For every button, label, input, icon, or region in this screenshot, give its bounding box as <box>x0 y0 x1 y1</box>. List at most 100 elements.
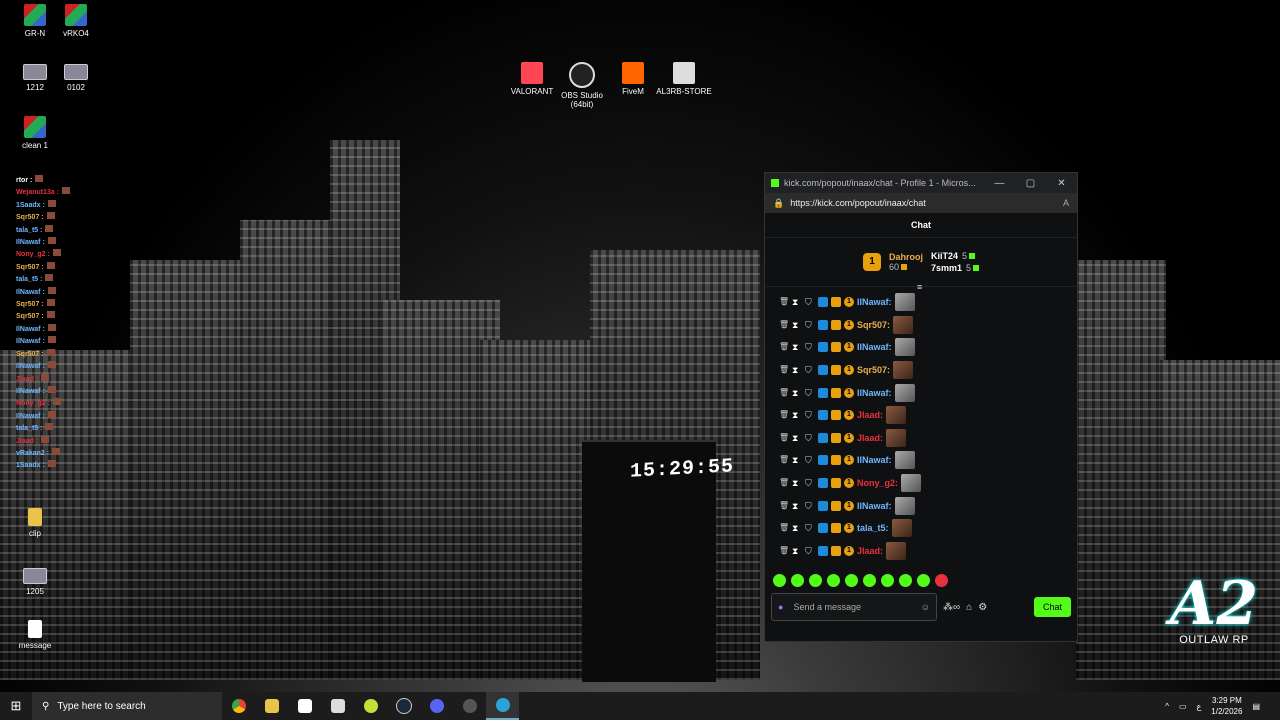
ban-icon[interactable]: ⛉ <box>805 455 815 465</box>
language-indicator[interactable]: ع <box>1197 702 1202 711</box>
browser-window[interactable]: kick.com/popout/inaax/chat - Profile 1 -… <box>764 172 1078 642</box>
timeout-icon[interactable]: ⧗ <box>792 297 802 307</box>
emote-icon[interactable] <box>881 573 894 587</box>
delete-icon[interactable]: 🗑 <box>779 342 789 352</box>
url-text[interactable]: https://kick.com/popout/inaax/chat <box>790 198 1063 208</box>
delete-icon[interactable]: 🗑 <box>779 501 789 511</box>
emoji-icon[interactable]: ☺ <box>921 602 930 612</box>
chat-messages[interactable]: 🗑 ⧗ ⛉ 1 IlNawaf: 🗑 ⧗ ⛉ 1 Sqr507: 🗑 ⧗ ⛉ 1 IlNawaf: 🗑 ⧗ ⛉ 1 S… <box>765 287 1077 569</box>
leader-name[interactable]: Dahrooj <box>889 252 923 262</box>
taskbar-search[interactable]: ⚲ Type here to search <box>32 692 222 720</box>
read-aloud-icon[interactable]: A <box>1063 198 1069 208</box>
chat-message[interactable]: 🗑 ⧗ ⛉ 1 tala_t5: <box>779 517 1077 540</box>
chat-username[interactable]: Jlaad: <box>857 546 883 556</box>
message-input[interactable]: ● Send a message ☺ <box>771 593 937 621</box>
chat-username[interactable]: tala_t5: <box>857 523 889 533</box>
send-chat-button[interactable]: Chat <box>1033 597 1071 617</box>
edge-icon[interactable] <box>486 692 519 720</box>
delete-icon[interactable]: 🗑 <box>779 546 789 556</box>
mail-icon[interactable] <box>321 692 354 720</box>
ban-icon[interactable]: ⛉ <box>805 365 815 375</box>
chat-username[interactable]: IlNawaf: <box>857 342 892 352</box>
delete-icon[interactable]: 🗑 <box>779 365 789 375</box>
store-icon[interactable]: ⌂ <box>966 602 972 613</box>
emote-icon[interactable] <box>791 573 804 587</box>
delete-icon[interactable]: 🗑 <box>779 410 789 420</box>
pinned-toggle-icon[interactable]: ≡ <box>917 282 922 292</box>
chat-username[interactable]: Sqr507: <box>857 365 890 375</box>
network-icon[interactable]: ▭ <box>1179 702 1187 711</box>
minimize-button[interactable]: — <box>984 178 1015 189</box>
delete-icon[interactable]: 🗑 <box>779 433 789 443</box>
chat-message[interactable]: 🗑 ⧗ ⛉ 1 Jlaad: <box>779 540 1077 563</box>
chat-username[interactable]: IlNawaf: <box>857 501 892 511</box>
delete-icon[interactable]: 🗑 <box>779 388 789 398</box>
ban-icon[interactable]: ⛉ <box>805 501 815 511</box>
timeout-icon[interactable]: ⧗ <box>792 320 802 330</box>
ban-icon[interactable]: ⛉ <box>805 433 815 443</box>
notification-icon[interactable]: ▤ <box>1252 702 1260 711</box>
ban-icon[interactable]: ⛉ <box>805 410 815 420</box>
gift-sub-icon[interactable]: ⁂∞ <box>943 602 960 613</box>
microsoft-store-icon[interactable] <box>288 692 321 720</box>
tennis-ball-icon[interactable] <box>354 692 387 720</box>
leader-entry[interactable]: 7smm1 5 <box>931 263 980 273</box>
chat-username[interactable]: IlNawaf: <box>857 297 892 307</box>
ban-icon[interactable]: ⛉ <box>805 546 815 556</box>
desktop-icon-1205[interactable]: 1205 <box>5 564 65 596</box>
ban-icon[interactable]: ⛉ <box>805 523 815 533</box>
chat-message[interactable]: 🗑 ⧗ ⛉ 1 Nony_g2: <box>779 472 1077 495</box>
taskbar-clock[interactable]: 3:29 PM 1/2/2026 <box>1211 695 1242 717</box>
timeout-icon[interactable]: ⧗ <box>792 342 802 352</box>
steam-icon[interactable] <box>387 692 420 720</box>
chat-message[interactable]: 🗑 ⧗ ⛉ 1 IlNawaf: <box>779 336 1077 359</box>
timeout-icon[interactable]: ⧗ <box>792 501 802 511</box>
timeout-icon[interactable]: ⧗ <box>792 478 802 488</box>
valorant-tb-icon[interactable] <box>453 692 486 720</box>
desktop-icon-vrko4[interactable]: vRKO4 <box>46 4 106 38</box>
chat-message[interactable]: 🗑 ⧗ ⛉ 1 Sqr507: <box>779 314 1077 337</box>
discord-icon[interactable] <box>420 692 453 720</box>
leader-entry[interactable]: KiiT24 5 <box>931 251 979 261</box>
chat-message[interactable]: 🗑 ⧗ ⛉ 1 Sqr507: <box>779 359 1077 382</box>
timeout-icon[interactable]: ⧗ <box>792 433 802 443</box>
ban-icon[interactable]: ⛉ <box>805 297 815 307</box>
emote-icon[interactable] <box>935 573 948 587</box>
desktop-icon-al3rb-store[interactable]: AL3RB-STORE <box>654 62 714 96</box>
emote-bar[interactable] <box>765 569 1077 591</box>
delete-icon[interactable]: 🗑 <box>779 523 789 533</box>
microphone-icon[interactable]: ● <box>778 602 783 612</box>
ban-icon[interactable]: ⛉ <box>805 478 815 488</box>
chat-message[interactable]: 🗑 ⧗ ⛉ 1 Jlaad: <box>779 404 1077 427</box>
delete-icon[interactable]: 🗑 <box>779 455 789 465</box>
title-bar[interactable]: kick.com/popout/inaax/chat - Profile 1 -… <box>765 173 1077 193</box>
delete-icon[interactable]: 🗑 <box>779 478 789 488</box>
address-bar[interactable]: 🔒 https://kick.com/popout/inaax/chat A <box>765 193 1077 213</box>
emote-icon[interactable] <box>899 573 912 587</box>
chat-username[interactable]: IlNawaf: <box>857 455 892 465</box>
desktop-icon-clean-1[interactable]: clean 1 <box>5 116 65 150</box>
timeout-icon[interactable]: ⧗ <box>792 523 802 533</box>
chat-username[interactable]: IlNawaf: <box>857 388 892 398</box>
start-button[interactable]: ⊞ <box>0 698 32 714</box>
emote-icon[interactable] <box>863 573 876 587</box>
desktop-icon-clip[interactable]: clip <box>5 508 65 538</box>
desktop-icon-0102[interactable]: 0102 <box>46 60 106 92</box>
emote-icon[interactable] <box>809 573 822 587</box>
chat-message[interactable]: 🗑 ⧗ ⛉ 1 Jlaad: <box>779 427 1077 450</box>
chat-message[interactable]: 🗑 ⧗ ⛉ 1 IlNawaf: <box>779 291 1077 314</box>
emote-icon[interactable] <box>773 573 786 587</box>
timeout-icon[interactable]: ⧗ <box>792 455 802 465</box>
chat-username[interactable]: Sqr507: <box>857 320 890 330</box>
delete-icon[interactable]: 🗑 <box>779 320 789 330</box>
chat-message[interactable]: 🗑 ⧗ ⛉ 1 IlNawaf: <box>779 494 1077 517</box>
timeout-icon[interactable]: ⧗ <box>792 410 802 420</box>
file-explorer-icon[interactable] <box>255 692 288 720</box>
ban-icon[interactable]: ⛉ <box>805 388 815 398</box>
timeout-icon[interactable]: ⧗ <box>792 546 802 556</box>
chat-message[interactable]: 🗑 ⧗ ⛉ 1 IlNawaf: <box>779 449 1077 472</box>
desktop-icon-message[interactable]: message <box>5 620 65 650</box>
ban-icon[interactable]: ⛉ <box>805 320 815 330</box>
settings-icon[interactable]: ⚙ <box>978 602 987 613</box>
timeout-icon[interactable]: ⧗ <box>792 365 802 375</box>
